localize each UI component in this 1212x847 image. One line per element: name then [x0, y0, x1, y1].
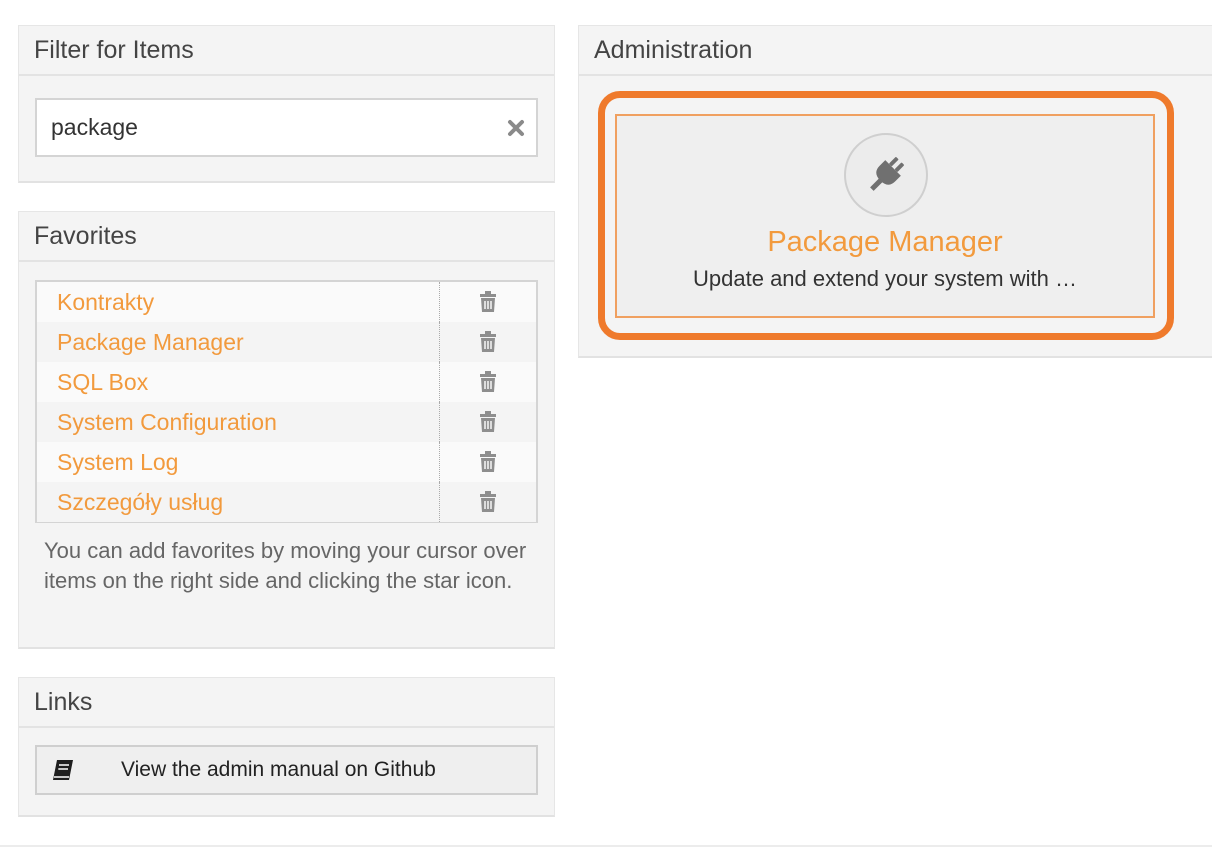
- package-manager-tile[interactable]: Package Manager Update and extend your s…: [615, 114, 1155, 318]
- favorite-row: SQL Box: [37, 362, 536, 402]
- favorite-row: Package Manager: [37, 322, 536, 362]
- favorite-link[interactable]: System Configuration: [37, 402, 440, 442]
- favorite-link[interactable]: SQL Box: [37, 362, 440, 402]
- favorite-row: Szczegóły usług: [37, 482, 536, 522]
- plug-icon: [844, 133, 928, 217]
- package-manager-title: Package Manager: [767, 226, 1003, 258]
- trash-icon[interactable]: [440, 482, 536, 522]
- favorites-panel-title: Favorites: [19, 212, 554, 262]
- trash-icon[interactable]: [440, 402, 536, 442]
- filter-panel: Filter for Items: [18, 25, 555, 183]
- package-manager-description: Update and extend your system with …: [693, 266, 1077, 291]
- filter-input-wrapper: [35, 98, 538, 157]
- trash-icon[interactable]: [440, 322, 536, 362]
- favorite-link[interactable]: Package Manager: [37, 322, 440, 362]
- favorite-row: Kontrakty: [37, 282, 536, 322]
- trash-icon[interactable]: [440, 282, 536, 322]
- favorite-link[interactable]: System Log: [37, 442, 440, 482]
- links-panel-title: Links: [19, 678, 554, 728]
- trash-icon[interactable]: [440, 362, 536, 402]
- favorites-panel: Favorites Kontrakty Package Manager SQL …: [18, 211, 555, 649]
- favorite-row: System Configuration: [37, 402, 536, 442]
- administration-panel: Administration Package Manager Update an…: [578, 25, 1212, 358]
- links-panel: Links View the admin manual on Github: [18, 677, 555, 817]
- favorite-link[interactable]: Kontrakty: [37, 282, 440, 322]
- favorites-table: Kontrakty Package Manager SQL Box System…: [35, 280, 538, 523]
- favorites-hint: You can add favorites by moving your cur…: [44, 538, 527, 593]
- administration-panel-title: Administration: [579, 26, 1212, 76]
- admin-manual-label: View the admin manual on Github: [121, 758, 436, 781]
- favorite-link[interactable]: Szczegóły usług: [37, 482, 440, 522]
- book-icon: [51, 759, 81, 781]
- admin-manual-button[interactable]: View the admin manual on Github: [35, 745, 538, 795]
- filter-input[interactable]: [37, 100, 536, 155]
- filter-panel-title: Filter for Items: [19, 26, 554, 76]
- close-icon[interactable]: [506, 118, 526, 138]
- favorite-row: System Log: [37, 442, 536, 482]
- trash-icon[interactable]: [440, 442, 536, 482]
